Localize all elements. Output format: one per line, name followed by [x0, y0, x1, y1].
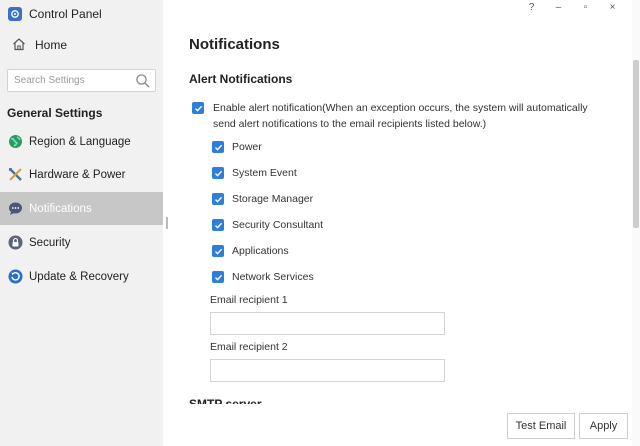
email-recipient-1-input[interactable] — [210, 312, 445, 335]
sidebar-item-security[interactable]: Security — [0, 226, 163, 259]
apply-button[interactable]: Apply — [579, 413, 628, 439]
home-icon — [12, 37, 26, 54]
search-box — [7, 69, 156, 92]
home-link[interactable]: Home — [12, 34, 67, 56]
category-security-consultant[interactable]: Security Consultant — [212, 217, 323, 233]
category-label: Applications — [232, 245, 289, 257]
globe-icon — [8, 134, 23, 149]
search-icon[interactable] — [135, 73, 151, 89]
enable-alert-row: Enable alert notification(When an except… — [192, 100, 602, 132]
alert-notifications-heading: Alert Notifications — [189, 72, 293, 86]
category-label: Security Consultant — [232, 219, 324, 231]
enable-alert-checkbox[interactable] — [192, 102, 204, 114]
category-network-services[interactable]: Network Services — [212, 269, 314, 285]
category-label: Power — [232, 141, 262, 153]
category-system-event[interactable]: System Event — [212, 165, 297, 181]
category-storage-manager[interactable]: Storage Manager — [212, 191, 313, 207]
checkbox[interactable] — [212, 245, 224, 257]
checkbox[interactable] — [212, 141, 224, 153]
app-title-bar: Control Panel — [8, 4, 102, 24]
sidebar: Control Panel Home General Settings Regi… — [0, 0, 163, 446]
search-input[interactable] — [14, 75, 134, 86]
control-panel-logo-icon — [8, 7, 22, 21]
category-applications[interactable]: Applications — [212, 243, 289, 259]
enable-alert-label: Enable alert notification(When an except… — [213, 102, 588, 130]
email-recipient-1-label: Email recipient 1 — [210, 294, 288, 306]
general-settings-heading: General Settings — [7, 106, 103, 120]
sidebar-item-label: Security — [29, 236, 71, 249]
tools-icon — [8, 167, 23, 182]
update-icon — [8, 269, 23, 284]
page-title: Notifications — [189, 36, 280, 53]
home-label: Home — [35, 38, 68, 52]
sidebar-item-label: Hardware & Power — [29, 168, 126, 181]
main-panel: Notifications Alert Notifications Enable… — [163, 0, 640, 446]
app-title: Control Panel — [29, 7, 102, 21]
sidebar-item-label: Region & Language — [29, 135, 131, 148]
sidebar-item-hardware-power[interactable]: Hardware & Power — [0, 158, 163, 191]
scrollbar-track[interactable] — [632, 0, 640, 446]
sidebar-item-label: Notifications — [29, 202, 92, 215]
email-recipient-2-input[interactable] — [210, 359, 445, 382]
checkbox[interactable] — [212, 193, 224, 205]
sidebar-item-label: Update & Recovery — [29, 270, 129, 283]
checkbox[interactable] — [212, 167, 224, 179]
checkbox[interactable] — [212, 271, 224, 283]
test-email-button[interactable]: Test Email — [507, 413, 575, 439]
category-label: Storage Manager — [232, 193, 314, 205]
category-label: Network Services — [232, 271, 314, 283]
category-power[interactable]: Power — [212, 139, 262, 155]
chat-bubble-icon — [8, 201, 23, 216]
email-recipient-2-label: Email recipient 2 — [210, 341, 288, 353]
scrollbar-thumb[interactable] — [633, 60, 639, 228]
category-label: System Event — [232, 167, 297, 179]
sidebar-item-region-language[interactable]: Region & Language — [0, 125, 163, 158]
checkbox[interactable] — [212, 219, 224, 231]
sidebar-item-notifications[interactable]: Notifications — [0, 192, 163, 225]
sidebar-item-update-recovery[interactable]: Update & Recovery — [0, 260, 163, 293]
lock-icon — [8, 235, 23, 250]
